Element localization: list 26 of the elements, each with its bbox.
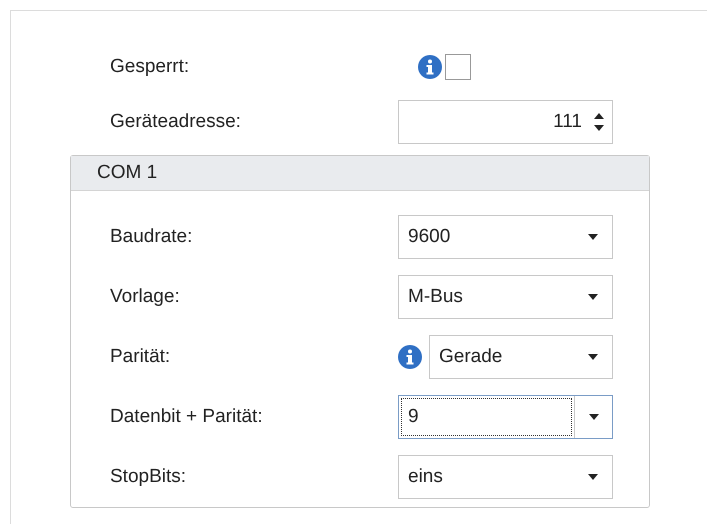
dropdown[interactable]: M-Bus <box>398 275 613 319</box>
field-label: Vorlage: <box>110 284 181 309</box>
caret-icon <box>588 294 598 300</box>
field-label: Geräteadresse: <box>110 110 242 134</box>
dropdown-value: M-Bus <box>407 284 464 309</box>
dropdown[interactable]: Gerade <box>429 335 613 379</box>
dropdown-value: 9 <box>401 398 572 436</box>
dropdown-value: eins <box>407 464 444 489</box>
field-label: StopBits: <box>110 464 188 489</box>
field-label: Parität: <box>110 344 172 369</box>
spin-field[interactable]: 111 <box>398 100 613 144</box>
caret-icon <box>588 474 598 480</box>
dropdown-value: 9600 <box>407 224 452 249</box>
spin-arrows-icon <box>594 112 604 132</box>
dropdown[interactable]: eins <box>398 455 613 499</box>
dropdown-value: Gerade <box>438 344 504 369</box>
dropdown[interactable]: 9 <box>398 395 613 439</box>
group-title: COM 1 <box>96 160 158 185</box>
caret-icon <box>588 414 598 420</box>
field-label: Baudrate: <box>110 224 194 249</box>
field-label: Datenbit + Parität: <box>110 404 264 429</box>
field-label: Gesperrt: <box>110 54 190 79</box>
checkbox[interactable] <box>445 54 471 80</box>
caret-icon <box>588 354 598 360</box>
caret-icon <box>588 234 598 240</box>
dropdown[interactable]: 9600 <box>398 215 613 259</box>
